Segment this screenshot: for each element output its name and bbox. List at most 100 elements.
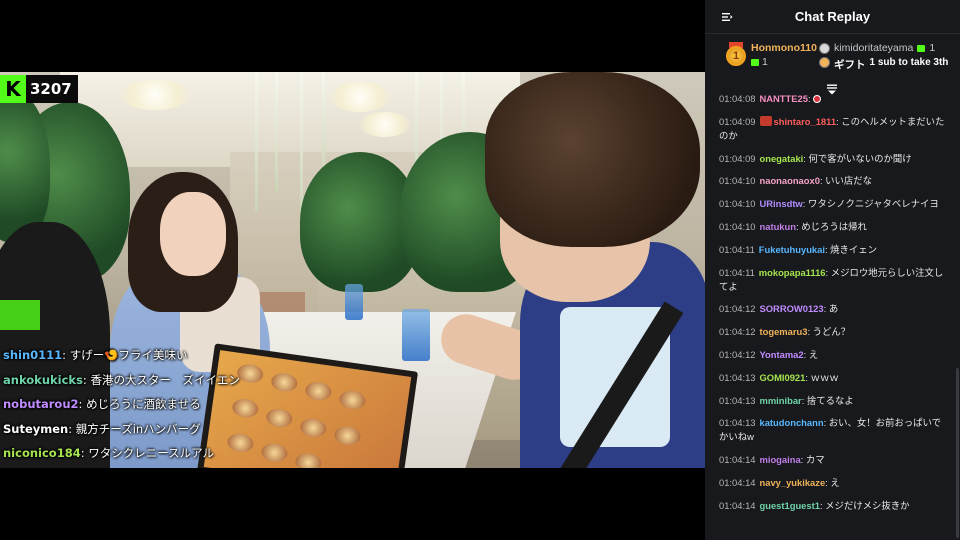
overlay-comment: nobutarou2: めじろうに酒飲ませる bbox=[3, 397, 201, 411]
chat-message: 01:04:12 Yontama2: え bbox=[719, 348, 819, 360]
user-badge-icon bbox=[819, 42, 830, 54]
message-username[interactable]: naonaonaox0 bbox=[760, 175, 820, 186]
message-timestamp: 01:04:11 bbox=[719, 266, 755, 278]
kick-logo-icon: K bbox=[0, 75, 26, 103]
message-timestamp: 01:04:14 bbox=[719, 454, 756, 466]
water-glass bbox=[402, 309, 430, 361]
message-username[interactable]: togemaru3 bbox=[760, 326, 808, 337]
chat-header: Chat Replay bbox=[705, 0, 960, 34]
message-text: あ bbox=[828, 303, 839, 315]
chat-panel: Chat Replay 1 Honmono110 1 kimidoritatey… bbox=[705, 0, 960, 540]
ceiling-lamp bbox=[120, 80, 190, 110]
overlay-comment: ankokukicks: 香港の大スター ズイイエン bbox=[3, 372, 240, 387]
message-username[interactable]: Fuketuhuyukai bbox=[759, 244, 825, 255]
overlay-comment-text: 香港の大スター ズイイエン bbox=[90, 372, 240, 387]
message-timestamp: 01:04:10 bbox=[719, 175, 756, 187]
rank-medal-icon: 1 bbox=[725, 42, 747, 68]
message-text: カマ bbox=[805, 454, 825, 466]
message-timestamp: 01:04:12 bbox=[719, 326, 756, 338]
chat-message: 01:04:14 guest1guest1: メジだけメシ抜きか bbox=[719, 499, 910, 511]
message-username[interactable]: mokopapa1116 bbox=[759, 267, 826, 278]
message-timestamp: 01:04:13 bbox=[719, 417, 756, 429]
chat-message: 01:04:13 katudonchann: おい、女！お前おっぱいでかいねw bbox=[719, 417, 942, 443]
message-username[interactable]: natukun bbox=[760, 221, 796, 232]
gift-icon bbox=[917, 44, 926, 52]
message-timestamp: 01:04:13 bbox=[719, 394, 756, 406]
overlay-comment-user: Suteymen bbox=[3, 421, 69, 436]
message-username[interactable]: URinsdtw bbox=[760, 198, 803, 209]
message-text: え bbox=[830, 476, 840, 488]
message-text: ワタシノクニジャタベレナイヨ bbox=[807, 198, 939, 210]
message-text: 捨てるなよ bbox=[806, 394, 854, 406]
chat-overlay: shin0111: すげー🍤フライ美味い ankokukicks: 香港の大スター… bbox=[3, 346, 240, 469]
message-timestamp: 01:04:12 bbox=[719, 303, 756, 315]
top-gifter[interactable]: 1 Honmono110 1 bbox=[725, 42, 817, 68]
ceiling-lamp bbox=[330, 82, 390, 112]
message-text: ｗｗｗ bbox=[810, 371, 839, 383]
chat-message: 01:04:08 NANTTE25: bbox=[705, 92, 954, 106]
subscriber-badge-icon bbox=[759, 115, 772, 126]
top-gifters: 1 Honmono110 1 kimidoritateyama 1 ギフト 1 … bbox=[705, 34, 960, 90]
message-text: 焼きイェン bbox=[830, 243, 878, 255]
top-gifter-count: 1 bbox=[762, 56, 768, 68]
chat-message: 01:04:10 natukun: めじろうは帰れ bbox=[719, 220, 867, 232]
chat-message: 01:04:12 togemaru3: うどん？ bbox=[719, 326, 851, 338]
person-woman-face bbox=[160, 192, 226, 276]
gift-label: ギフト bbox=[834, 59, 866, 71]
chat-title: Chat Replay bbox=[794, 9, 871, 24]
overlay-comment-user: shin0111 bbox=[3, 348, 63, 362]
chat-message: 01:04:10 URinsdtw: ワタシノクニジャタベレナイヨ bbox=[719, 198, 939, 210]
message-timestamp: 01:04:10 bbox=[719, 220, 756, 232]
message-username[interactable]: katudonchann bbox=[760, 417, 824, 428]
message-timestamp: 01:04:11 bbox=[719, 243, 755, 255]
message-username[interactable]: navy_yukikaze bbox=[760, 477, 826, 488]
message-username[interactable]: mminibar bbox=[760, 395, 802, 406]
emote-icon bbox=[813, 95, 822, 103]
message-username[interactable]: NANTTE25 bbox=[760, 93, 808, 104]
message-text: うどん？ bbox=[812, 326, 851, 338]
message-text: え bbox=[808, 348, 819, 360]
overlay-comment-user: niconico184 bbox=[3, 446, 81, 460]
viewer-count: 3207 bbox=[30, 80, 72, 98]
message-timestamp: 01:04:14 bbox=[719, 499, 756, 511]
gift-event-text: 1 sub to take 3th bbox=[869, 57, 949, 68]
collapse-chat-icon[interactable] bbox=[721, 11, 733, 23]
message-username[interactable]: onegataki bbox=[760, 153, 804, 164]
message-text: 何で客がいないのか聞け bbox=[808, 152, 912, 164]
message-timestamp: 01:04:09 bbox=[719, 115, 756, 127]
chat-message: 01:04:13 GOMI0921: ｗｗｗ bbox=[719, 371, 839, 383]
message-timestamp: 01:04:09 bbox=[719, 152, 756, 164]
shirt-logo bbox=[0, 300, 40, 330]
chat-message: 01:04:13 mminibar: 捨てるなよ bbox=[719, 394, 854, 406]
chat-message: 01:04:11 Fuketuhuyukai: 焼きイェン bbox=[719, 243, 878, 255]
message-timestamp: 01:04:08 bbox=[719, 93, 756, 104]
chat-scrollbar[interactable] bbox=[956, 368, 959, 538]
message-username[interactable]: miogaina bbox=[760, 454, 801, 465]
gift-badge-icon bbox=[819, 57, 830, 68]
gift-event-user: kimidoritateyama bbox=[834, 42, 914, 54]
ceiling-lamp bbox=[360, 112, 410, 137]
message-text: いい店だな bbox=[825, 175, 873, 187]
video-player[interactable]: K 3207 shin0111: すげー🍤フライ美味い ankokukicks: … bbox=[0, 0, 705, 540]
message-username[interactable]: SORROW0123 bbox=[760, 303, 824, 314]
chat-message: 01:04:12 SORROW0123: あ bbox=[719, 303, 839, 315]
message-username[interactable]: GOMI0921 bbox=[760, 372, 806, 383]
chat-message: 01:04:09 onegataki: 何で客がいないのか聞け bbox=[719, 152, 912, 164]
gift-event[interactable]: kimidoritateyama 1 ギフト 1 sub to take 3th bbox=[819, 42, 954, 72]
chat-messages[interactable]: 01:04:08 NANTTE25: 01:04:09 shintaro_1811:… bbox=[705, 92, 954, 522]
overlay-comment-text: すげー🍤フライ美味い bbox=[69, 348, 188, 362]
gift-icon bbox=[751, 58, 759, 66]
overlay-comment-text: ワタシクレニースルアル bbox=[88, 446, 215, 460]
water-glass bbox=[345, 284, 363, 320]
hanging-vine bbox=[275, 72, 278, 192]
viewer-count-badge: K 3207 bbox=[0, 75, 78, 103]
top-gifter-name: Honmono110 bbox=[751, 42, 817, 54]
message-username[interactable]: Yontama2 bbox=[760, 349, 804, 360]
message-timestamp: 01:04:10 bbox=[719, 198, 756, 210]
message-username[interactable]: shintaro_1811 bbox=[774, 116, 837, 127]
overlay-comment: Suteymen: 親方チーズinハンバーグ bbox=[3, 421, 201, 436]
chat-message: 01:04:09 shintaro_1811: このヘルメットまだいたのか bbox=[719, 115, 945, 141]
message-username[interactable]: guest1guest1 bbox=[760, 500, 820, 511]
message-text: メジだけメシ抜きか bbox=[825, 499, 910, 511]
hanging-vine bbox=[255, 72, 258, 212]
